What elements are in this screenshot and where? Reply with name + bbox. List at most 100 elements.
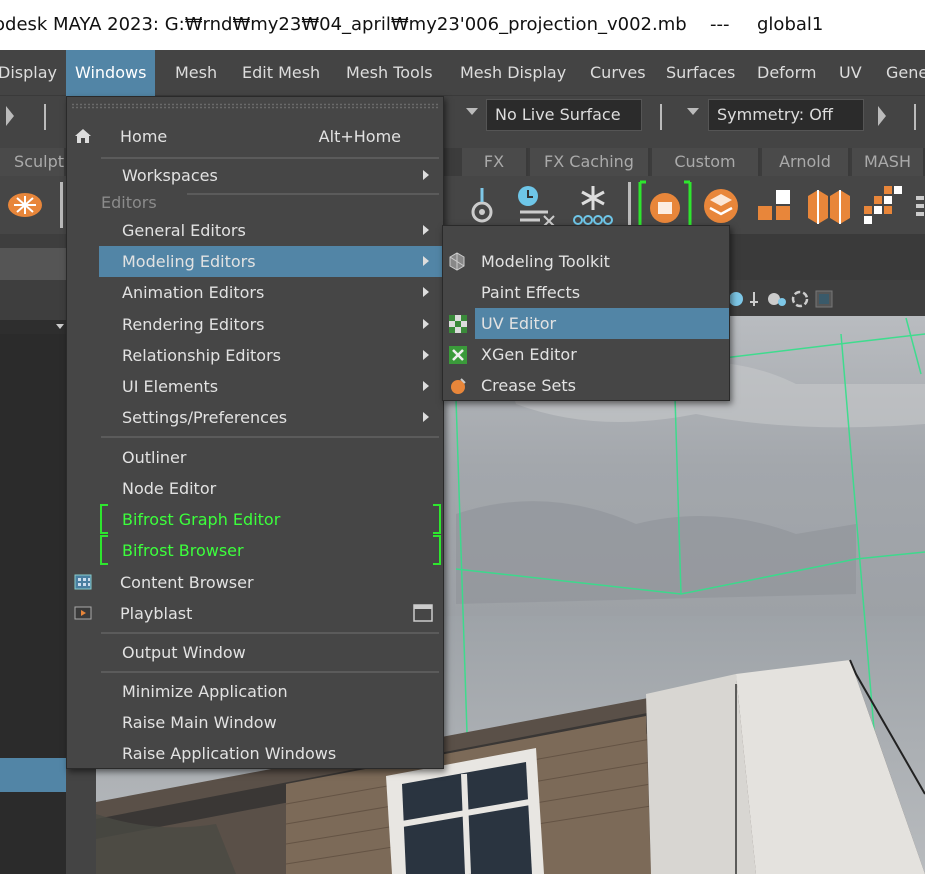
symmetry-field[interactable]: Symmetry: Off	[708, 99, 864, 131]
menu-surfaces[interactable]: Surfaces	[666, 50, 735, 96]
xgen-icon	[449, 346, 467, 364]
bifrost-bracket-icon	[100, 535, 108, 565]
menu-item-rendering-editors[interactable]: Rendering Editors	[99, 309, 443, 340]
shelf-divider	[60, 182, 63, 228]
status-divider	[658, 104, 664, 130]
menu-item-settings-preferences[interactable]: Settings/Preferences	[99, 402, 443, 433]
tab-mash[interactable]: MASH	[852, 148, 925, 176]
menu-item-bifrost-graph-editor[interactable]: Bifrost Graph Editor	[99, 504, 443, 535]
viewport-shading-icons[interactable]	[726, 288, 925, 310]
bifrost-bracket-icon	[100, 504, 108, 534]
option-box-icon[interactable]	[413, 604, 433, 622]
menu-item-outliner[interactable]: Outliner	[99, 442, 443, 473]
expand-arrow-icon[interactable]	[878, 106, 886, 126]
menu-item-raise-application-windows[interactable]: Raise Application Windows	[99, 738, 443, 769]
menu-separator	[187, 193, 439, 195]
menu-uv[interactable]: UV	[839, 50, 862, 96]
menu-item-ui-elements[interactable]: UI Elements	[99, 371, 443, 402]
left-panel	[0, 234, 66, 874]
menu-edit-mesh[interactable]: Edit Mesh	[242, 50, 320, 96]
symmetry-dropdown-icon[interactable]	[687, 108, 699, 115]
selected-list-item[interactable]	[0, 758, 66, 792]
mash-network-icon[interactable]	[700, 186, 742, 226]
live-surface-field[interactable]: No Live Surface	[486, 99, 642, 131]
mash-replicator-icon[interactable]	[804, 186, 854, 226]
submenu-arrow-icon	[423, 225, 429, 235]
menu-generate[interactable]: Gene	[886, 50, 925, 96]
submenu-item-xgen-editor[interactable]: XGen Editor	[443, 339, 729, 370]
menu-tear-off[interactable]	[71, 103, 439, 109]
panel-dropdown-icon[interactable]	[56, 324, 64, 329]
emitter-icon[interactable]	[464, 184, 500, 228]
menu-item-general-editors[interactable]: General Editors	[99, 215, 443, 246]
snow-particles-icon[interactable]	[570, 182, 616, 228]
submenu-item-paint-effects[interactable]: Paint Effects	[443, 277, 729, 308]
modeling-toolkit-icon	[449, 252, 465, 271]
expand-arrow-icon[interactable]	[6, 106, 14, 126]
menu-item-workspaces[interactable]: Workspaces	[99, 160, 443, 191]
submenu-arrow-icon	[423, 412, 429, 422]
menu-mesh[interactable]: Mesh	[175, 50, 217, 96]
menu-item-home[interactable]: Home Alt+Home	[67, 121, 443, 152]
submenu-arrow-icon	[423, 256, 429, 266]
uv-editor-icon	[449, 315, 467, 333]
submenu-arrow-icon	[423, 170, 429, 180]
modeling-editors-submenu: Modeling Toolkit Paint Effects UV Editor…	[442, 225, 730, 401]
window-title: odesk MAYA 2023: G:₩rnd₩my23₩04_april₩my…	[0, 14, 687, 35]
menu-display[interactable]: Display	[0, 50, 57, 96]
playblast-icon	[74, 606, 92, 620]
submenu-item-modeling-toolkit[interactable]: Modeling Toolkit	[443, 246, 729, 277]
submenu-arrow-icon	[423, 287, 429, 297]
menu-item-minimize-application[interactable]: Minimize Application	[99, 676, 443, 707]
tab-custom[interactable]: Custom	[652, 148, 760, 176]
title-object-name: global1	[757, 14, 824, 35]
home-shortcut: Alt+Home	[318, 127, 401, 146]
title-separator: ---	[710, 14, 730, 35]
sculpt-tool-icon[interactable]	[6, 190, 44, 220]
status-divider	[912, 104, 918, 130]
menu-mesh-display[interactable]: Mesh Display	[460, 50, 566, 96]
menu-item-modeling-editors[interactable]: Modeling Editors	[99, 246, 443, 277]
shelf-more-icon[interactable]	[914, 196, 925, 224]
menu-item-node-editor[interactable]: Node Editor	[99, 473, 443, 504]
menu-item-animation-editors[interactable]: Animation Editors	[99, 277, 443, 308]
menu-item-relationship-editors[interactable]: Relationship Editors	[99, 340, 443, 371]
menu-item-content-browser[interactable]: Content Browser	[67, 567, 443, 598]
outliner-list[interactable]	[0, 334, 66, 874]
menu-windows[interactable]: Windows	[66, 50, 156, 96]
crease-sets-icon	[451, 378, 466, 394]
section-editors: Editors	[101, 193, 157, 212]
menu-deform[interactable]: Deform	[757, 50, 816, 96]
home-icon	[75, 129, 91, 143]
submenu-item-uv-editor[interactable]: UV Editor	[475, 308, 729, 339]
bifrost-bracket-icon	[433, 535, 441, 565]
shelf-divider	[628, 182, 631, 228]
main-menu-bar: Display Windows Mesh Edit Mesh Mesh Tool…	[0, 50, 925, 96]
menu-separator	[101, 632, 439, 634]
submenu-item-crease-sets[interactable]: Crease Sets	[443, 370, 729, 401]
submenu-arrow-icon	[423, 350, 429, 360]
menu-separator	[101, 436, 439, 438]
cache-clock-icon[interactable]	[514, 182, 558, 228]
title-bar: odesk MAYA 2023: G:₩rnd₩my23₩04_april₩my…	[0, 0, 925, 50]
menu-curves[interactable]: Curves	[590, 50, 646, 96]
bifrost-bracket-icon	[433, 504, 441, 534]
menu-item-playblast[interactable]: Playblast	[67, 598, 443, 629]
menu-item-raise-main-window[interactable]: Raise Main Window	[99, 707, 443, 738]
submenu-arrow-icon	[423, 381, 429, 391]
content-browser-icon	[74, 574, 92, 590]
status-divider	[42, 104, 48, 130]
tab-sculpt[interactable]: Sculpt	[0, 148, 66, 176]
menu-item-output-window[interactable]: Output Window	[99, 637, 443, 668]
menu-separator	[101, 671, 439, 673]
tab-arnold[interactable]: Arnold	[762, 148, 850, 176]
tab-fx[interactable]: FX	[462, 148, 528, 176]
panel-header	[0, 248, 66, 280]
menu-mesh-tools[interactable]: Mesh Tools	[346, 50, 433, 96]
mash-distribute-icon[interactable]	[756, 188, 796, 224]
submenu-arrow-icon	[423, 319, 429, 329]
menu-item-bifrost-browser[interactable]: Bifrost Browser	[99, 535, 443, 566]
mash-grid-icon[interactable]	[862, 184, 904, 226]
tab-fx-caching[interactable]: FX Caching	[530, 148, 650, 176]
live-surface-dropdown-icon[interactable]	[466, 108, 478, 115]
